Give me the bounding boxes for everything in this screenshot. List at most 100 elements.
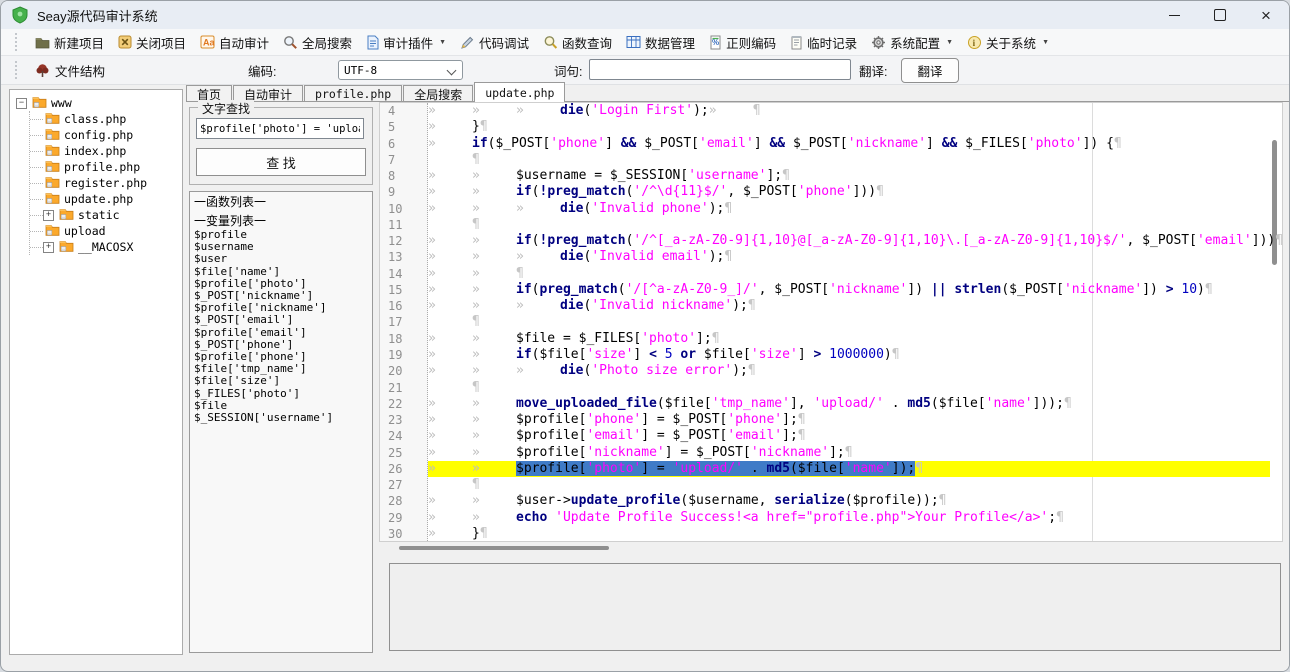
code-line-5[interactable]: »}¶ xyxy=(428,119,1270,135)
variable-list-item[interactable]: $file['name'] xyxy=(194,266,372,278)
variable-list-item[interactable]: $_POST['email'] xyxy=(194,314,372,326)
folder-icon xyxy=(45,143,60,159)
code-line-11[interactable]: »¶ xyxy=(428,217,1270,233)
function-variable-listbox: 一函数列表一一变量列表一$profile$username$user$file[… xyxy=(189,191,373,653)
toolbar-item-data-manage[interactable]: 数据管理 xyxy=(619,31,702,54)
code-line-21[interactable]: »¶ xyxy=(428,380,1270,396)
encoding-select[interactable]: UTF-8 xyxy=(338,60,463,80)
tree-root-row[interactable]: −www xyxy=(10,95,182,111)
file-structure-button[interactable]: 文件结构 xyxy=(28,59,112,82)
code-line-25[interactable]: »»$profile['nickname'] = $_POST['nicknam… xyxy=(428,445,1270,461)
code-line-13[interactable]: »»»die('Invalid email');¶ xyxy=(428,249,1270,265)
tree-item-label: index.php xyxy=(64,144,126,158)
toolbar-item-code-debug[interactable]: 代码调试 xyxy=(453,31,536,54)
tree-item-label: __MACOSX xyxy=(78,240,133,254)
toolbar-item-new-project[interactable]: 新建项目 xyxy=(28,31,111,54)
toolbar-item-system-config[interactable]: 系统配置▼ xyxy=(864,31,960,54)
horizontal-scrollbar[interactable] xyxy=(399,546,609,550)
output-panel xyxy=(389,563,1281,651)
tab-profile-php[interactable]: profile.php xyxy=(304,85,402,102)
folder-icon xyxy=(59,207,74,223)
variable-list-item[interactable]: $_FILES['photo'] xyxy=(194,388,372,400)
regex-encode-icon: % xyxy=(709,35,722,50)
search-input[interactable] xyxy=(196,118,364,139)
code-line-23[interactable]: »»$profile['phone'] = $_POST['phone'];¶ xyxy=(428,412,1270,428)
tree-children: class.phpconfig.phpindex.phpprofile.phpr… xyxy=(29,111,182,255)
line-number: 20 xyxy=(380,363,427,379)
minimize-button[interactable] xyxy=(1151,1,1197,29)
tab-update-php[interactable]: update.php xyxy=(474,82,565,102)
variable-list-item[interactable]: $profile['email'] xyxy=(194,327,372,339)
line-number: 18 xyxy=(380,331,427,347)
code-line-18[interactable]: »»$file = $_FILES['photo'];¶ xyxy=(428,331,1270,347)
toolbar-item-label: 自动审计 xyxy=(219,33,269,52)
code-line-6[interactable]: »if($_POST['phone'] && $_POST['email'] &… xyxy=(428,136,1270,152)
folder-icon xyxy=(45,111,60,127)
variable-list-item[interactable]: $_SESSION['username'] xyxy=(194,412,372,424)
toolbar-item-about-system[interactable]: i关于系统▼ xyxy=(960,31,1056,54)
tree-item-label: register.php xyxy=(64,176,147,190)
tree-item-config-php[interactable]: config.php xyxy=(30,127,182,143)
tree-item-static[interactable]: +static xyxy=(30,207,182,223)
encoding-label: 编码: xyxy=(248,61,276,80)
toolbar-item-label: 关于系统 xyxy=(986,33,1036,52)
variable-list-item[interactable]: $file['size'] xyxy=(194,375,372,387)
code-line-8[interactable]: »»$username = $_SESSION['username'];¶ xyxy=(428,168,1270,184)
line-number: 27 xyxy=(380,477,427,493)
line-number: 14 xyxy=(380,266,427,282)
tree-item-profile-php[interactable]: profile.php xyxy=(30,159,182,175)
variable-list-item[interactable]: $user xyxy=(194,253,372,265)
code-line-17[interactable]: »¶ xyxy=(428,314,1270,330)
tree-item-upload[interactable]: upload xyxy=(30,223,182,239)
close-button[interactable]: × xyxy=(1243,1,1289,29)
code-line-14[interactable]: »»¶ xyxy=(428,266,1270,282)
collapse-toggle-icon[interactable]: − xyxy=(16,98,27,109)
code-line-4[interactable]: »»»die('Login First');»¶ xyxy=(428,103,1270,119)
code-line-30[interactable]: »}¶ xyxy=(428,526,1270,542)
expand-toggle-icon[interactable]: + xyxy=(43,210,54,221)
phrase-input[interactable] xyxy=(589,59,851,80)
folder-icon xyxy=(45,191,60,207)
translate-button[interactable]: 翻译 xyxy=(901,58,959,83)
toolbar-item-label: 正则编码 xyxy=(726,33,776,52)
tree-item---macosx[interactable]: + __MACOSX xyxy=(30,239,182,255)
maximize-button[interactable] xyxy=(1197,1,1243,29)
title-bar: Seay源代码审计系统 × xyxy=(1,1,1289,29)
code-line-7[interactable]: »¶ xyxy=(428,152,1270,168)
tree-item-class-php[interactable]: class.php xyxy=(30,111,182,127)
code-line-15[interactable]: »»if(preg_match('/[^a-zA-Z0-9_]/', $_POS… xyxy=(428,282,1270,298)
code-line-19[interactable]: »»if($file['size'] < 5 or $file['size'] … xyxy=(428,347,1270,363)
toolbar-item-regex-encode[interactable]: % 正则编码 xyxy=(702,31,783,54)
code-line-28[interactable]: »»$user->update_profile($username, seria… xyxy=(428,493,1270,509)
tab-----[interactable]: 全局搜索 xyxy=(403,85,473,102)
code-line-24[interactable]: »»$profile['email'] = $_POST['email'];¶ xyxy=(428,428,1270,444)
line-number: 13 xyxy=(380,249,427,265)
code-line-12[interactable]: »»if(!preg_match('/^[_a-zA-Z0-9]{1,10}@[… xyxy=(428,233,1270,249)
code-line-26[interactable]: »»$profile['photo'] = 'upload/' . md5($f… xyxy=(428,461,1270,477)
expand-toggle-icon[interactable]: + xyxy=(43,242,54,253)
code-line-9[interactable]: »»if(!preg_match('/^\d{11}$/', $_POST['p… xyxy=(428,184,1270,200)
toolbar-item-auto-audit[interactable]: Aa 自动审计 xyxy=(193,31,276,54)
code-line-27[interactable]: »¶ xyxy=(428,477,1270,493)
tree-item-register-php[interactable]: register.php xyxy=(30,175,182,191)
code-lines: »»»die('Login First');»¶»}¶»if($_POST['p… xyxy=(428,103,1270,541)
code-line-10[interactable]: »»»die('Invalid phone');¶ xyxy=(428,201,1270,217)
maximize-icon xyxy=(1214,9,1226,21)
toolbar-item-global-search[interactable]: 全局搜索 xyxy=(276,31,359,54)
tree-item-update-php[interactable]: update.php xyxy=(30,191,182,207)
code-line-20[interactable]: »»»die('Photo size error');¶ xyxy=(428,363,1270,379)
toolbar-item-close-project[interactable]: 关闭项目 xyxy=(111,31,193,54)
search-button[interactable]: 查 找 xyxy=(196,148,366,176)
code-line-22[interactable]: »»move_uploaded_file($file['tmp_name'], … xyxy=(428,396,1270,412)
code-line-16[interactable]: »»»die('Invalid nickname');¶ xyxy=(428,298,1270,314)
line-number: 28 xyxy=(380,493,427,509)
toolbar-item-audit-plugin[interactable]: 审计插件▼ xyxy=(359,31,453,54)
code-line-29[interactable]: »»echo 'Update Profile Success!<a href="… xyxy=(428,510,1270,526)
code-editor[interactable]: 4567891011121314151617181920212223242526… xyxy=(379,102,1283,542)
toolbar-item-temp-notes[interactable]: 临时记录 xyxy=(783,31,864,54)
toolbar-item-function-query[interactable]: 函数查询 xyxy=(536,31,619,54)
tree-item-index-php[interactable]: index.php xyxy=(30,143,182,159)
secondary-toolbar: 文件结构 编码: UTF-8 词句: 翻译: 翻译 xyxy=(1,56,1289,85)
svg-text:Aa: Aa xyxy=(203,38,215,48)
main-toolbar: 新建项目关闭项目 Aa 自动审计全局搜索审计插件▼代码调试函数查询数据管理% 正则编码… xyxy=(1,29,1289,56)
